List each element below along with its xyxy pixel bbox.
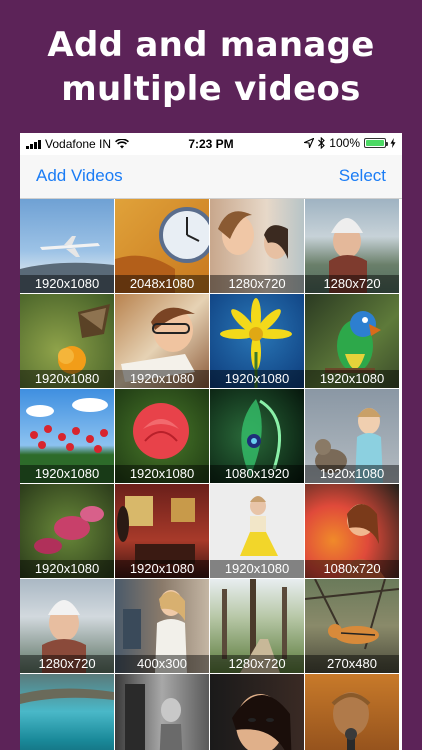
resolution-label: 1920x1080 (305, 370, 399, 388)
resolution-label: 1280x720 (210, 275, 304, 293)
video-thumbnail[interactable]: 1280x720 (210, 199, 304, 293)
resolution-label: 1080x1920 (210, 465, 304, 483)
resolution-label: 1920x1080 (20, 560, 114, 578)
video-thumbnail[interactable]: 1280x720 (305, 199, 399, 293)
video-thumbnail[interactable]: 1920x1080 (115, 389, 209, 483)
resolution-label: 1920x1080 (115, 370, 209, 388)
video-thumbnail[interactable]: 1920x1080 (20, 484, 114, 578)
video-thumbnail[interactable]: 1920x1080 (305, 294, 399, 388)
video-thumbnail[interactable]: 1280x720 (20, 579, 114, 673)
video-thumbnail[interactable]: 1920x1080 (20, 294, 114, 388)
promo-title-line1: Add and manage (47, 25, 375, 65)
navigation-bar: Add Videos Select (20, 155, 402, 199)
resolution-label: 1080x720 (305, 560, 399, 578)
video-thumbnail[interactable]: 1920x1080 (115, 484, 209, 578)
promo-title-line2: multiple videos (61, 69, 361, 109)
add-videos-button[interactable]: Add Videos (36, 166, 123, 186)
video-thumbnail[interactable]: 1920x1080 (20, 199, 114, 293)
select-button[interactable]: Select (339, 166, 386, 186)
status-bar: Vodafone IN 7:23 PM 100% (20, 133, 402, 155)
resolution-label: 1920x1080 (115, 560, 209, 578)
video-thumbnail[interactable] (210, 674, 304, 750)
resolution-label: 2048x1080 (115, 275, 209, 293)
video-thumbnail[interactable]: 1080x720 (305, 484, 399, 578)
resolution-label: 1920x1080 (20, 275, 114, 293)
charging-bolt-icon (390, 138, 396, 148)
battery-percent: 100% (329, 136, 360, 150)
resolution-label: 1280x720 (20, 655, 114, 673)
status-right: 100% (304, 136, 396, 150)
resolution-label: 1280x720 (210, 655, 304, 673)
video-thumbnail[interactable]: 1920x1080 (305, 389, 399, 483)
video-thumbnail[interactable]: 1080x1920 (210, 389, 304, 483)
resolution-label: 400x300 (115, 655, 209, 673)
video-thumbnail[interactable] (20, 674, 114, 750)
phone-screen: Vodafone IN 7:23 PM 100% Add Videos Sele… (20, 133, 402, 750)
resolution-label: 1920x1080 (210, 370, 304, 388)
video-thumbnail[interactable] (115, 674, 209, 750)
location-arrow-icon (304, 138, 315, 148)
video-thumbnail[interactable]: 1280x720 (210, 579, 304, 673)
video-thumbnail[interactable]: 1920x1080 (115, 294, 209, 388)
resolution-label: 1920x1080 (20, 370, 114, 388)
resolution-label: 1920x1080 (210, 560, 304, 578)
video-thumbnail[interactable]: 270x480 (305, 579, 399, 673)
resolution-label: 1920x1080 (305, 465, 399, 483)
video-thumbnail[interactable]: 1920x1080 (210, 294, 304, 388)
video-thumbnail[interactable]: 1920x1080 (210, 484, 304, 578)
video-grid: 1920x1080 2048x1080 1280x720 1280x720 19… (20, 199, 402, 750)
video-thumbnail[interactable] (305, 674, 399, 750)
battery-icon (364, 138, 388, 148)
resolution-label: 1920x1080 (115, 465, 209, 483)
resolution-label: 1920x1080 (20, 465, 114, 483)
video-thumbnail[interactable]: 2048x1080 (115, 199, 209, 293)
promo-headline: Add and manage multiple videos (0, 0, 422, 130)
video-thumbnail[interactable]: 400x300 (115, 579, 209, 673)
resolution-label: 1280x720 (305, 275, 399, 293)
bluetooth-icon (318, 137, 326, 149)
resolution-label: 270x480 (305, 655, 399, 673)
video-thumbnail[interactable]: 1920x1080 (20, 389, 114, 483)
